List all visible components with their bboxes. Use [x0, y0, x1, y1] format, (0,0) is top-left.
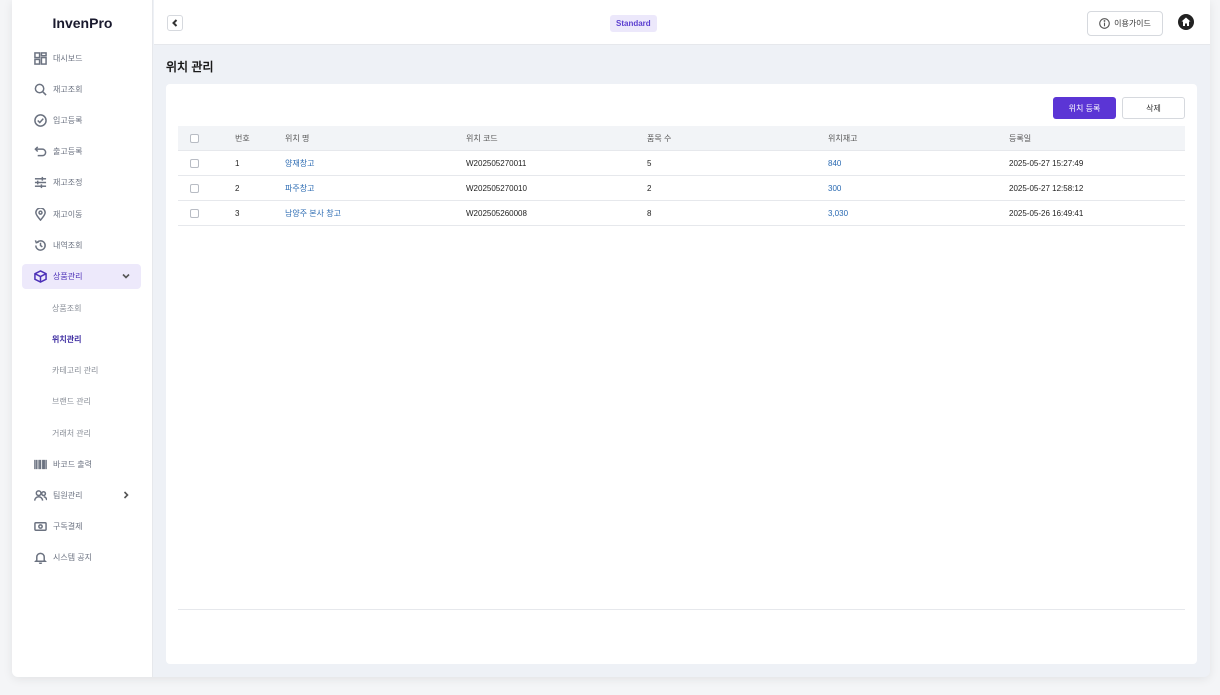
item-count: 8	[647, 209, 652, 218]
registered-date: 2025-05-27 12:58:12	[1009, 184, 1084, 193]
location-code: W202505270010	[466, 184, 527, 193]
location-table: 번호 위치 명 위치 코드 품목 수 위치재고 등록일 1 양재창고 W2025…	[178, 126, 1185, 226]
sidebar-item-team[interactable]: 팀원관리	[22, 483, 141, 508]
submenu-item-brand-management[interactable]: 브랜드 관리	[52, 392, 91, 410]
top-header: Standard 이용가이드	[154, 0, 1210, 45]
column-header-date: 등록일	[1009, 134, 1032, 143]
barcode-icon	[33, 458, 47, 472]
registered-date: 2025-05-26 16:49:41	[1009, 209, 1084, 218]
row-number: 3	[235, 209, 240, 218]
search-icon	[33, 83, 47, 97]
select-all-checkbox[interactable]	[190, 134, 199, 143]
location-pin-icon	[33, 208, 47, 222]
bell-icon	[33, 551, 47, 565]
submenu-item-product-search[interactable]: 상품조회	[52, 299, 81, 317]
user-guide-label: 이용가이드	[1114, 19, 1151, 28]
submenu-item-vendor-management[interactable]: 거래처 관리	[52, 424, 91, 442]
users-icon	[33, 489, 47, 503]
sidebar-item-label: 입고등록	[53, 116, 83, 125]
location-name-link[interactable]: 남양주 본사 창고	[285, 201, 341, 226]
row-checkbox[interactable]	[190, 159, 199, 168]
sidebar-item-label: 재고조정	[53, 178, 83, 187]
sidebar-item-stock-search[interactable]: 재고조회	[22, 77, 141, 102]
sidebar-item-transfer[interactable]: 재고이동	[22, 202, 141, 227]
column-header-item-count: 품목 수	[647, 134, 672, 143]
plan-badge: Standard	[610, 15, 657, 32]
registered-date: 2025-05-27 15:27:49	[1009, 159, 1084, 168]
table-row[interactable]: 2 파주창고 W202505270010 2 300 2025-05-27 12…	[178, 176, 1185, 201]
row-number: 1	[235, 159, 240, 168]
sidebar-item-label: 상품관리	[53, 272, 83, 281]
undo-icon	[33, 145, 47, 159]
row-checkbox[interactable]	[190, 184, 199, 193]
table-row[interactable]: 3 남양주 본사 창고 W202505260008 8 3,030 2025-0…	[178, 201, 1185, 226]
sidebar-item-label: 팀원관리	[53, 491, 83, 500]
app-logo: InvenPro	[52, 15, 113, 31]
location-stock-link[interactable]: 840	[828, 151, 841, 176]
submenu-item-category-management[interactable]: 카테고리 관리	[52, 361, 98, 379]
back-button[interactable]	[167, 15, 183, 31]
location-name-link[interactable]: 파주창고	[285, 176, 314, 201]
sidebar-item-history[interactable]: 내역조회	[22, 233, 141, 258]
item-count: 5	[647, 159, 652, 168]
sidebar-item-label: 재고이동	[53, 210, 83, 219]
location-stock-link[interactable]: 3,030	[828, 201, 848, 226]
dashboard-icon	[33, 52, 47, 66]
sidebar-item-label: 출고등록	[53, 147, 83, 156]
history-icon	[33, 239, 47, 253]
location-code: W202505260008	[466, 209, 527, 218]
column-header-number: 번호	[235, 134, 250, 143]
chevron-down-icon[interactable]	[121, 271, 131, 281]
column-header-stock: 위치재고	[828, 134, 858, 143]
column-header-name: 위치 명	[285, 134, 310, 143]
location-code: W202505270011	[466, 159, 527, 168]
sidebar-item-label: 내역조회	[53, 241, 83, 250]
sidebar-item-notice[interactable]: 시스템 공지	[22, 545, 141, 570]
sliders-icon	[33, 176, 47, 190]
sidebar-item-adjust[interactable]: 재고조정	[22, 170, 141, 195]
check-circle-icon	[33, 114, 47, 128]
row-number: 2	[235, 184, 240, 193]
app-window: InvenPro 대시보드 재고조회 입고등록 출고등록 재고조정 재고이동 내…	[12, 0, 1210, 677]
sidebar-item-inbound[interactable]: 입고등록	[22, 108, 141, 133]
box-icon	[33, 270, 47, 284]
checkbox-cell	[190, 176, 199, 201]
checkbox-cell	[190, 151, 199, 176]
table-header-row: 번호 위치 명 위치 코드 품목 수 위치재고 등록일	[178, 126, 1185, 151]
location-stock-link[interactable]: 300	[828, 176, 841, 201]
sidebar-item-product-management[interactable]: 상품관리	[22, 264, 141, 289]
user-guide-button[interactable]: 이용가이드	[1087, 11, 1163, 36]
sidebar-item-label: 바코드 출력	[53, 460, 93, 469]
submenu-item-location-management[interactable]: 위치관리	[52, 330, 81, 348]
sidebar-item-label: 재고조회	[53, 85, 83, 94]
sidebar-item-label: 대시보드	[53, 54, 83, 63]
content-card: 위치 등록 삭제 번호 위치 명 위치 코드 품목 수 위치재고 등록일 1 양…	[166, 84, 1197, 664]
location-name-link[interactable]: 양재창고	[285, 151, 314, 176]
row-checkbox[interactable]	[190, 209, 199, 218]
payment-icon	[33, 520, 47, 534]
sidebar-item-barcode[interactable]: 바코드 출력	[22, 452, 141, 477]
chevron-left-icon	[172, 19, 178, 27]
checkbox-cell	[190, 201, 199, 226]
register-location-button[interactable]: 위치 등록	[1053, 97, 1116, 119]
table-row[interactable]: 1 양재창고 W202505270011 5 840 2025-05-27 15…	[178, 151, 1185, 176]
home-icon[interactable]	[1178, 14, 1194, 30]
sidebar-item-outbound[interactable]: 출고등록	[22, 139, 141, 164]
sidebar-item-dashboard[interactable]: 대시보드	[22, 46, 141, 71]
sidebar: InvenPro 대시보드 재고조회 입고등록 출고등록 재고조정 재고이동 내…	[12, 0, 153, 677]
select-all-cell	[190, 126, 199, 151]
delete-button[interactable]: 삭제	[1122, 97, 1185, 119]
chevron-right-icon[interactable]	[121, 490, 131, 500]
item-count: 2	[647, 184, 652, 193]
sidebar-item-label: 구독결제	[53, 522, 83, 531]
info-icon	[1099, 18, 1110, 29]
table-footer-divider	[178, 609, 1185, 610]
sidebar-item-label: 시스템 공지	[53, 553, 93, 562]
column-header-code: 위치 코드	[466, 134, 498, 143]
page-title: 위치 관리	[166, 60, 214, 74]
sidebar-item-subscription[interactable]: 구독결제	[22, 514, 141, 539]
